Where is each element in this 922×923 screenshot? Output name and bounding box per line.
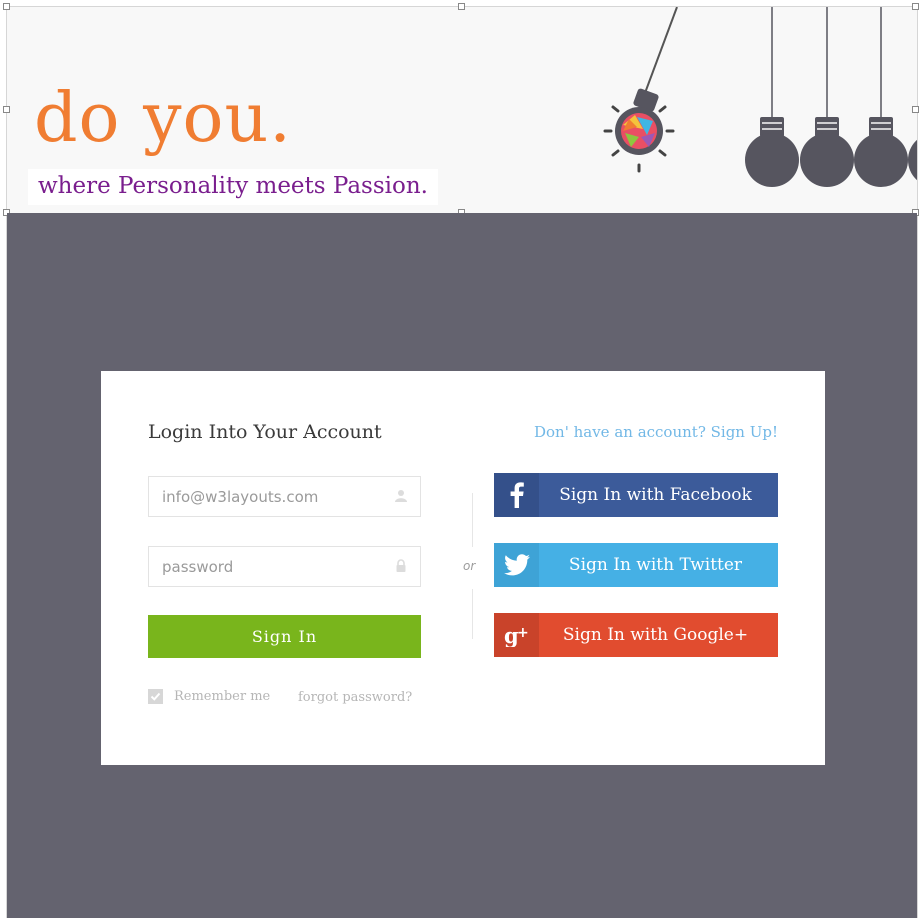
divider-bottom bbox=[472, 589, 473, 639]
facebook-signin-button[interactable]: Sign In with Facebook bbox=[494, 473, 778, 517]
twitter-icon bbox=[494, 543, 539, 587]
resize-handle[interactable] bbox=[912, 106, 919, 113]
forgot-password-link[interactable]: forgot password? bbox=[298, 690, 412, 705]
google-plus-icon: g + bbox=[494, 613, 539, 657]
header-banner: do you. where Personality meets Passion. bbox=[7, 7, 917, 213]
signup-link[interactable]: Don' have an account? Sign Up! bbox=[534, 423, 778, 441]
or-separator: or bbox=[463, 559, 476, 573]
facebook-signin-label: Sign In with Facebook bbox=[559, 485, 752, 505]
hanging-bulbs-illustration bbox=[603, 7, 917, 187]
resize-handle[interactable] bbox=[3, 3, 10, 10]
resize-handle[interactable] bbox=[3, 106, 10, 113]
remember-me[interactable]: Remember me bbox=[148, 689, 270, 704]
tagline-box: where Personality meets Passion. bbox=[28, 169, 438, 205]
check-icon bbox=[150, 692, 161, 701]
lock-icon bbox=[396, 559, 406, 572]
svg-text:+: + bbox=[517, 625, 529, 641]
password-input[interactable] bbox=[149, 547, 382, 586]
facebook-icon bbox=[494, 473, 539, 517]
remember-checkbox[interactable] bbox=[148, 689, 163, 704]
login-title: Login Into Your Account bbox=[148, 421, 382, 443]
divider-top bbox=[472, 493, 473, 547]
email-field[interactable] bbox=[148, 476, 421, 517]
remember-label: Remember me bbox=[174, 689, 271, 704]
sign-in-button[interactable]: Sign In bbox=[148, 615, 421, 658]
brand-logo-text: do you. bbox=[34, 79, 292, 158]
login-card: Login Into Your Account Don' have an acc… bbox=[101, 371, 825, 765]
user-icon bbox=[395, 490, 407, 502]
lightbulb-icon bbox=[603, 7, 678, 173]
google-signin-button[interactable]: g + Sign In with Google+ bbox=[494, 613, 778, 657]
twitter-signin-label: Sign In with Twitter bbox=[568, 555, 743, 575]
resize-handle[interactable] bbox=[912, 3, 919, 10]
tagline: where Personality meets Passion. bbox=[38, 173, 428, 199]
twitter-signin-button[interactable]: Sign In with Twitter bbox=[494, 543, 778, 587]
email-input[interactable] bbox=[149, 477, 382, 516]
password-field[interactable] bbox=[148, 546, 421, 587]
resize-handle[interactable] bbox=[458, 3, 465, 10]
google-signin-label: Sign In with Google+ bbox=[562, 625, 749, 645]
